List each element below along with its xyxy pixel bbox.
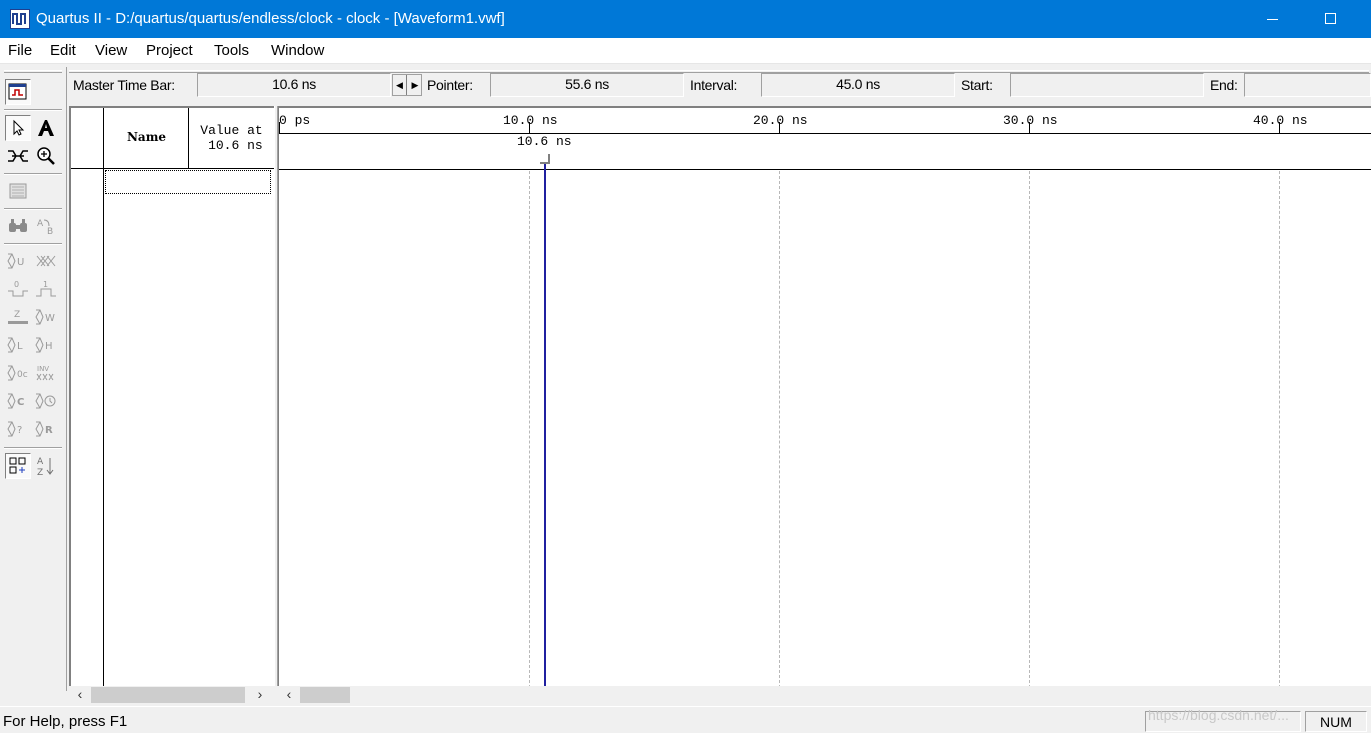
- names-horizontal-scrollbar[interactable]: ‹ ›: [69, 686, 274, 704]
- svg-text:Z: Z: [14, 310, 20, 320]
- num-lock-indicator: NUM: [1305, 711, 1367, 732]
- zoom-tool-icon[interactable]: [33, 143, 59, 169]
- quartus-app-icon[interactable]: [10, 9, 30, 29]
- uninitialized-icon[interactable]: U: [5, 248, 31, 274]
- scroll-left-arrow[interactable]: ‹: [280, 686, 298, 704]
- dont-care-icon[interactable]: [33, 248, 59, 274]
- ruler-tick-label: 0 ps: [279, 113, 311, 128]
- time-ruler[interactable]: 0 ps 10.0 ns 20.0 ns 30.0 ns 40.0 ns 10.…: [279, 108, 1371, 170]
- menu-window[interactable]: Window: [271, 42, 324, 60]
- time-bar: Master Time Bar: 10.6 ns ◀ ▶ Pointer: 55…: [67, 67, 1371, 104]
- name-column-header[interactable]: Name: [105, 130, 188, 144]
- grid-line: [1029, 171, 1030, 686]
- replace-icon[interactable]: AB: [33, 213, 59, 239]
- overwrite-clock-icon[interactable]: C: [5, 388, 31, 414]
- ruler-tick-label: 40.0 ns: [1253, 113, 1308, 128]
- selection-tool-icon[interactable]: [5, 115, 31, 141]
- svg-text:W: W: [45, 313, 55, 324]
- svg-text:B: B: [47, 227, 53, 236]
- value-column-header[interactable]: Value at 10.6 ns: [189, 123, 274, 153]
- weak-high-icon[interactable]: H: [33, 332, 59, 358]
- status-help-text: For Help, press F1: [3, 713, 128, 730]
- high-impedance-icon[interactable]: Z: [5, 304, 31, 330]
- interval-field: 45.0 ns: [761, 73, 955, 97]
- maximize-button[interactable]: [1308, 0, 1354, 38]
- title-bar: Quartus II - D:/quartus/quartus/endless/…: [0, 0, 1371, 38]
- weak-unknown-icon[interactable]: W: [33, 304, 59, 330]
- svg-text:C: C: [17, 397, 24, 408]
- menu-file[interactable]: File: [8, 42, 32, 60]
- end-label: End:: [1210, 77, 1238, 93]
- scroll-thumb[interactable]: [91, 687, 245, 703]
- scroll-thumb[interactable]: [300, 687, 350, 703]
- master-time-bar-arrows: ◀ ▶: [392, 74, 422, 96]
- scroll-left-arrow[interactable]: ‹: [71, 686, 89, 704]
- toolbar-grip[interactable]: [4, 70, 62, 73]
- empty-node-row[interactable]: [105, 170, 271, 194]
- find-icon[interactable]: [5, 213, 31, 239]
- svg-text:U: U: [17, 257, 24, 268]
- end-field[interactable]: [1244, 73, 1371, 97]
- svg-text:INV: INV: [37, 365, 49, 373]
- start-field[interactable]: [1010, 73, 1204, 97]
- full-screen-icon[interactable]: [5, 178, 31, 204]
- waveform-editing-tool-icon[interactable]: [5, 143, 31, 169]
- menu-edit[interactable]: Edit: [50, 42, 76, 60]
- scroll-right-arrow[interactable]: ›: [251, 686, 269, 704]
- svg-text:0c: 0c: [17, 370, 28, 380]
- ruler-tick-label: 20.0 ns: [753, 113, 808, 128]
- waveform-horizontal-scrollbar[interactable]: ‹: [278, 686, 1371, 704]
- arbitrary-value-icon[interactable]: [33, 388, 59, 414]
- pointer-label: Pointer:: [427, 77, 473, 93]
- random-values-icon[interactable]: ?: [5, 416, 31, 442]
- ruler-tick-label: 10.0 ns: [503, 113, 558, 128]
- pointer-field: 55.6 ns: [490, 73, 684, 97]
- waveform-tools-toolbar: AB U 0 1 Z W L H 0c INV C ? R A Z: [0, 67, 67, 691]
- interval-label: Interval:: [690, 77, 738, 93]
- master-time-bar-marker-label: 10.6 ns: [517, 134, 572, 149]
- master-time-bar-label: Master Time Bar:: [73, 77, 175, 93]
- snap-to-grid-icon[interactable]: [5, 453, 31, 479]
- svg-text:A: A: [37, 457, 44, 467]
- svg-text:Z: Z: [37, 468, 43, 477]
- menu-tools[interactable]: Tools: [214, 42, 249, 60]
- ruler-tick-label: 30.0 ns: [1003, 113, 1058, 128]
- waveform-editor-icon[interactable]: [5, 79, 31, 105]
- svg-text:R: R: [45, 425, 53, 436]
- grid-line: [529, 171, 530, 686]
- grid-line: [779, 171, 780, 686]
- master-time-bar-handle[interactable]: [540, 154, 550, 164]
- master-time-bar-field[interactable]: 10.6 ns: [197, 73, 391, 97]
- waveform-panel[interactable]: 0 ps 10.0 ns 20.0 ns 30.0 ns 40.0 ns 10.…: [278, 106, 1371, 686]
- menu-project[interactable]: Project: [146, 42, 193, 60]
- sort-icon[interactable]: AZ: [33, 453, 59, 479]
- window-title: Quartus II - D:/quartus/quartus/endless/…: [36, 10, 505, 27]
- forcing-high-icon[interactable]: 1: [33, 276, 59, 302]
- svg-text:1: 1: [43, 280, 48, 289]
- menu-bar: File Edit View Project Tools Window: [0, 38, 1371, 64]
- menu-view[interactable]: View: [95, 42, 127, 60]
- weak-low-icon[interactable]: L: [5, 332, 31, 358]
- svg-text:L: L: [17, 341, 23, 352]
- text-tool-icon[interactable]: [33, 115, 59, 141]
- minimize-button[interactable]: [1250, 0, 1296, 38]
- master-time-bar-line[interactable]: [544, 164, 546, 686]
- invert-icon[interactable]: 0c: [5, 360, 31, 386]
- row-gutter: [71, 108, 104, 686]
- previous-transition-button[interactable]: ◀: [393, 75, 407, 95]
- random-values-r-icon[interactable]: R: [33, 416, 59, 442]
- svg-text:?: ?: [17, 425, 22, 436]
- watermark: https://blog.csdn.net/...: [1148, 707, 1289, 723]
- forcing-low-icon[interactable]: 0: [5, 276, 31, 302]
- svg-text:0: 0: [14, 280, 19, 289]
- count-value-icon[interactable]: INV: [33, 360, 59, 386]
- next-transition-button[interactable]: ▶: [408, 75, 422, 95]
- node-names-panel: Name Value at 10.6 ns: [69, 106, 274, 686]
- start-label: Start:: [961, 77, 993, 93]
- grid-line: [1279, 171, 1280, 686]
- svg-text:A: A: [37, 219, 44, 229]
- svg-text:H: H: [45, 341, 53, 352]
